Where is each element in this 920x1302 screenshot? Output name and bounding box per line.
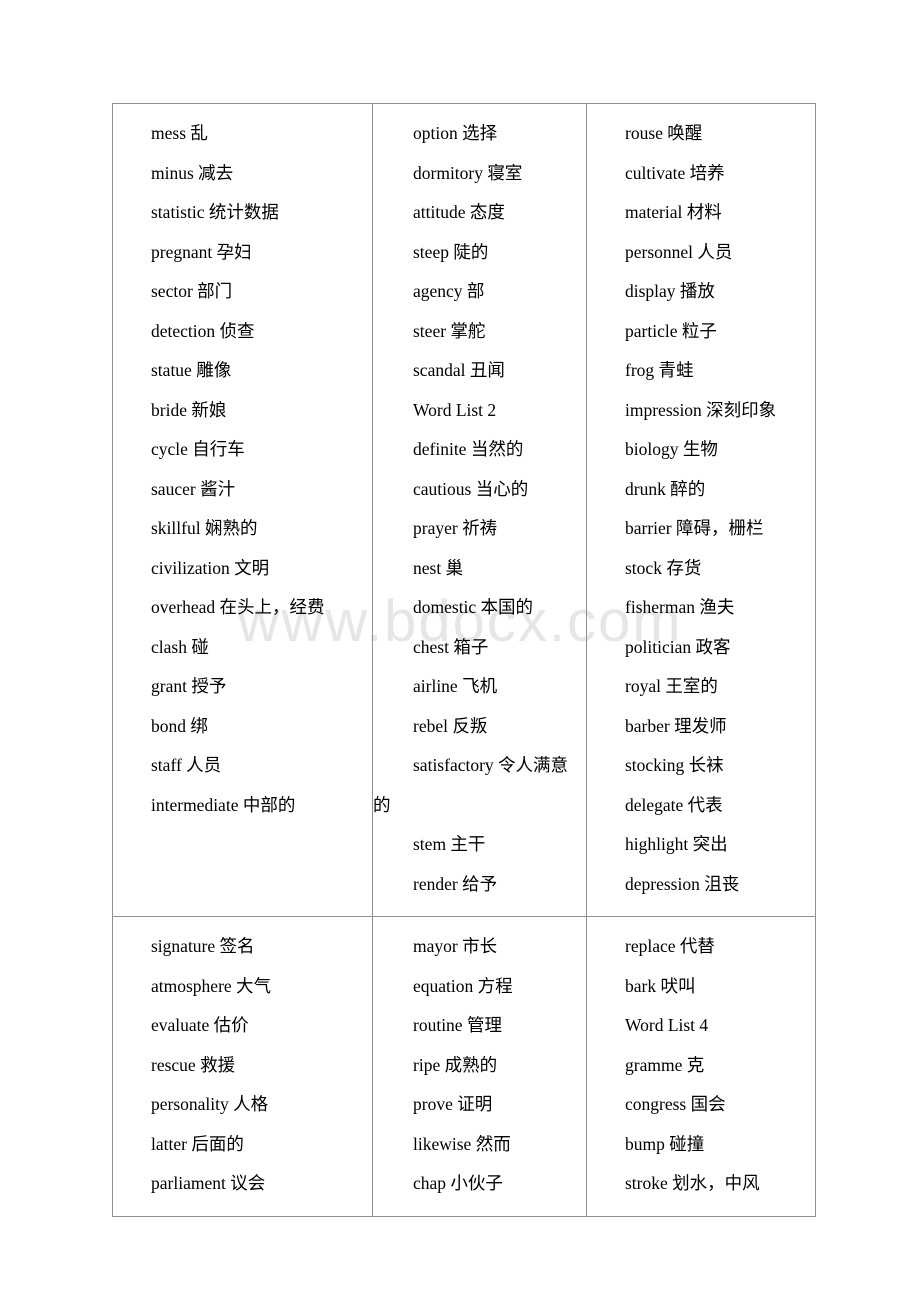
table-cell-r2c3: replace 代替 bark 吠叫 Word List 4 gramme 克 cong… xyxy=(586,916,816,1217)
vocabulary-entry: render 给予 xyxy=(413,873,498,894)
vocabulary-entry: stocking 长袜 xyxy=(625,755,724,775)
entry-list-r2c1: signature 签名 atmosphere 大气 evaluate 估价 resc… xyxy=(113,927,372,1204)
vocabulary-entry: skillful 娴熟的 xyxy=(151,518,258,538)
vocabulary-entry: steer 掌舵 xyxy=(413,320,486,341)
vocabulary-entry: rebel 反叛 xyxy=(413,715,488,736)
vocabulary-entry: display 播放 xyxy=(625,281,715,301)
vocabulary-entry: nest 巢 xyxy=(413,557,464,578)
vocabulary-entry: likewise 然而 xyxy=(413,1133,511,1154)
vocabulary-entry: attitude 态度 xyxy=(413,202,505,222)
vocabulary-entry: detection 侦查 xyxy=(151,320,255,341)
vocabulary-entry: drunk 醉的 xyxy=(625,478,706,499)
entry-list-r2c2: mayor 市长 equation 方程 routine 管理 ripe 成熟的 pro… xyxy=(373,927,586,1204)
vocabulary-entry: option 选择 xyxy=(413,123,498,143)
vocabulary-entry: prove 证明 xyxy=(413,1094,493,1114)
vocabulary-entry: chest 箱子 xyxy=(413,636,489,657)
vocabulary-entry: mess 乱 xyxy=(151,123,208,143)
table-row: signature 签名 atmosphere 大气 evaluate 估价 resc… xyxy=(112,916,816,1217)
vocabulary-entry: atmosphere 大气 xyxy=(151,975,272,996)
vocabulary-entry: delegate 代表 xyxy=(625,794,723,815)
vocabulary-entry: dormitory 寝室 xyxy=(413,162,523,183)
vocabulary-entry: pregnant 孕妇 xyxy=(151,241,252,262)
vocabulary-entry: cautious 当心的 xyxy=(413,478,529,499)
vocabulary-entry: parliament 议会 xyxy=(151,1173,266,1193)
vocabulary-entry: fisherman 渔夫 xyxy=(625,597,735,617)
vocabulary-entry: bond 绑 xyxy=(151,715,208,736)
vocabulary-entry: mayor 市长 xyxy=(413,936,498,956)
vocabulary-entry: signature 签名 xyxy=(151,936,255,956)
vocabulary-entry: latter 后面的 xyxy=(151,1133,244,1154)
vocabulary-entry: highlight 突出 xyxy=(625,834,728,854)
vocabulary-entry: equation 方程 xyxy=(413,975,513,996)
vocabulary-entry: frog 青蛙 xyxy=(625,360,694,380)
vocabulary-entry: barrier 障碍，栅栏 xyxy=(625,518,764,538)
vocabulary-entry: personality 人格 xyxy=(151,1094,269,1114)
vocabulary-entry: impression 深刻印象 xyxy=(625,399,777,420)
vocabulary-entry: rouse 唤醒 xyxy=(625,123,703,143)
vocabulary-entry: cultivate 培养 xyxy=(625,162,725,183)
vocabulary-entry: personnel 人员 xyxy=(625,241,733,262)
vocabulary-entry: satisfactory 令人满意的 xyxy=(373,755,569,815)
table-cell-r1c1: mess 乱 minus 减去 statistic 统计数据 pregnant 孕妇 s… xyxy=(112,103,373,917)
vocabulary-entry: material 材料 xyxy=(625,202,722,222)
document-page: www.bdocx.com mess 乱 minus 减去 statistic 统计… xyxy=(0,0,920,1302)
vocabulary-entry: depression 沮丧 xyxy=(625,873,740,894)
vocabulary-entry: routine 管理 xyxy=(413,1015,502,1035)
vocabulary-entry: sector 部门 xyxy=(151,281,233,301)
vocabulary-entry: stock 存货 xyxy=(625,557,702,578)
vocabulary-entry: stem 主干 xyxy=(413,834,486,854)
vocabulary-entry: prayer 祈祷 xyxy=(413,518,498,538)
vocabulary-entry: airline 飞机 xyxy=(413,676,498,696)
vocabulary-entry: Word List 2 xyxy=(413,399,497,420)
vocabulary-entry: replace 代替 xyxy=(625,936,715,956)
vocabulary-entry: overhead 在头上，经费 xyxy=(151,597,325,617)
table-cell-r1c3: rouse 唤醒 cultivate 培养 material 材料 personnel… xyxy=(586,103,816,917)
table-row: mess 乱 minus 减去 statistic 统计数据 pregnant 孕妇 s… xyxy=(112,103,816,917)
vocabulary-entry: definite 当然的 xyxy=(413,439,524,459)
vocabulary-entry: civilization 文明 xyxy=(151,557,270,578)
vocabulary-entry: steep 陡的 xyxy=(413,241,489,262)
vocabulary-entry: cycle 自行车 xyxy=(151,439,245,459)
entry-list-r1c1: mess 乱 minus 减去 statistic 统计数据 pregnant 孕妇 s… xyxy=(113,114,372,825)
vocabulary-entry: Word List 4 xyxy=(625,1015,709,1035)
vocabulary-entry: ripe 成熟的 xyxy=(413,1054,498,1075)
vocabulary-entry: stroke 划水，中风 xyxy=(625,1173,760,1193)
vocabulary-entry: intermediate 中部的 xyxy=(151,794,296,815)
vocabulary-entry: rescue 救援 xyxy=(151,1054,236,1075)
entry-list-r1c2: option 选择 dormitory 寝室 attitude 态度 steep 陡的… xyxy=(373,114,586,904)
vocabulary-entry: particle 粒子 xyxy=(625,320,717,341)
vocabulary-entry: royal 王室的 xyxy=(625,676,718,696)
vocabulary-entry: saucer 酱汁 xyxy=(151,478,236,499)
table-cell-r2c2: mayor 市长 equation 方程 routine 管理 ripe 成熟的 pro… xyxy=(372,916,587,1217)
vocabulary-entry: congress 国会 xyxy=(625,1094,726,1114)
vocabulary-entry: biology 生物 xyxy=(625,439,718,459)
vocabulary-entry: statue 雕像 xyxy=(151,360,232,380)
vocabulary-table: mess 乱 minus 减去 statistic 统计数据 pregnant 孕妇 s… xyxy=(112,103,816,1217)
vocabulary-entry: chap 小伙子 xyxy=(413,1173,503,1193)
table-cell-r1c2: option 选择 dormitory 寝室 attitude 态度 steep 陡的… xyxy=(372,103,587,917)
vocabulary-entry: grant 授予 xyxy=(151,676,227,696)
vocabulary-entry: gramme 克 xyxy=(625,1054,705,1075)
vocabulary-entry: scandal 丑闻 xyxy=(413,360,505,380)
vocabulary-entry: bride 新娘 xyxy=(151,399,227,420)
vocabulary-entry: bark 吠叫 xyxy=(625,975,696,996)
entry-list-r1c3: rouse 唤醒 cultivate 培养 material 材料 personnel… xyxy=(587,114,815,904)
vocabulary-entry: statistic 统计数据 xyxy=(151,202,279,222)
vocabulary-entry: bump 碰撞 xyxy=(625,1133,705,1154)
vocabulary-entry: agency 部 xyxy=(413,281,485,301)
entry-list-r2c3: replace 代替 bark 吠叫 Word List 4 gramme 克 cong… xyxy=(587,927,815,1204)
vocabulary-entry: domestic 本国的 xyxy=(413,597,534,617)
vocabulary-entry: staff 人员 xyxy=(151,755,222,775)
table-cell-r2c1: signature 签名 atmosphere 大气 evaluate 估价 resc… xyxy=(112,916,373,1217)
vocabulary-entry: clash 碰 xyxy=(151,636,209,657)
vocabulary-entry: minus 减去 xyxy=(151,162,234,183)
vocabulary-entry: politician 政客 xyxy=(625,636,731,657)
vocabulary-entry: evaluate 估价 xyxy=(151,1015,249,1035)
vocabulary-entry: barber 理发师 xyxy=(625,715,727,736)
